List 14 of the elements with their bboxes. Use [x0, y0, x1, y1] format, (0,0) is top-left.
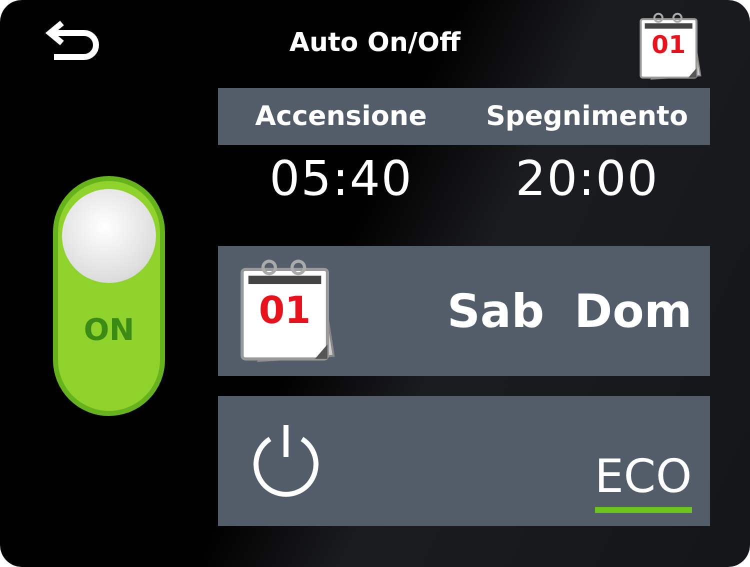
column-heading: Accensione	[254, 101, 428, 132]
day-label: Sab	[447, 284, 544, 338]
days-panel[interactable]: 01 Sab Dom	[218, 246, 710, 376]
day-label: Dom	[574, 284, 692, 338]
calendar-date: 01	[650, 33, 687, 58]
back-icon[interactable]	[44, 19, 102, 63]
time-value[interactable]: 05:40	[218, 151, 464, 207]
toggle-label: ON	[84, 313, 134, 348]
calendar-date: 01	[258, 292, 312, 330]
column-heading: Spegnimento	[484, 101, 689, 132]
screen-title: Auto On/Off	[289, 28, 461, 58]
eco-mode[interactable]: ECO	[594, 449, 692, 513]
mode-panel[interactable]: ECO	[218, 396, 710, 526]
time-value[interactable]: 20:00	[464, 151, 710, 207]
